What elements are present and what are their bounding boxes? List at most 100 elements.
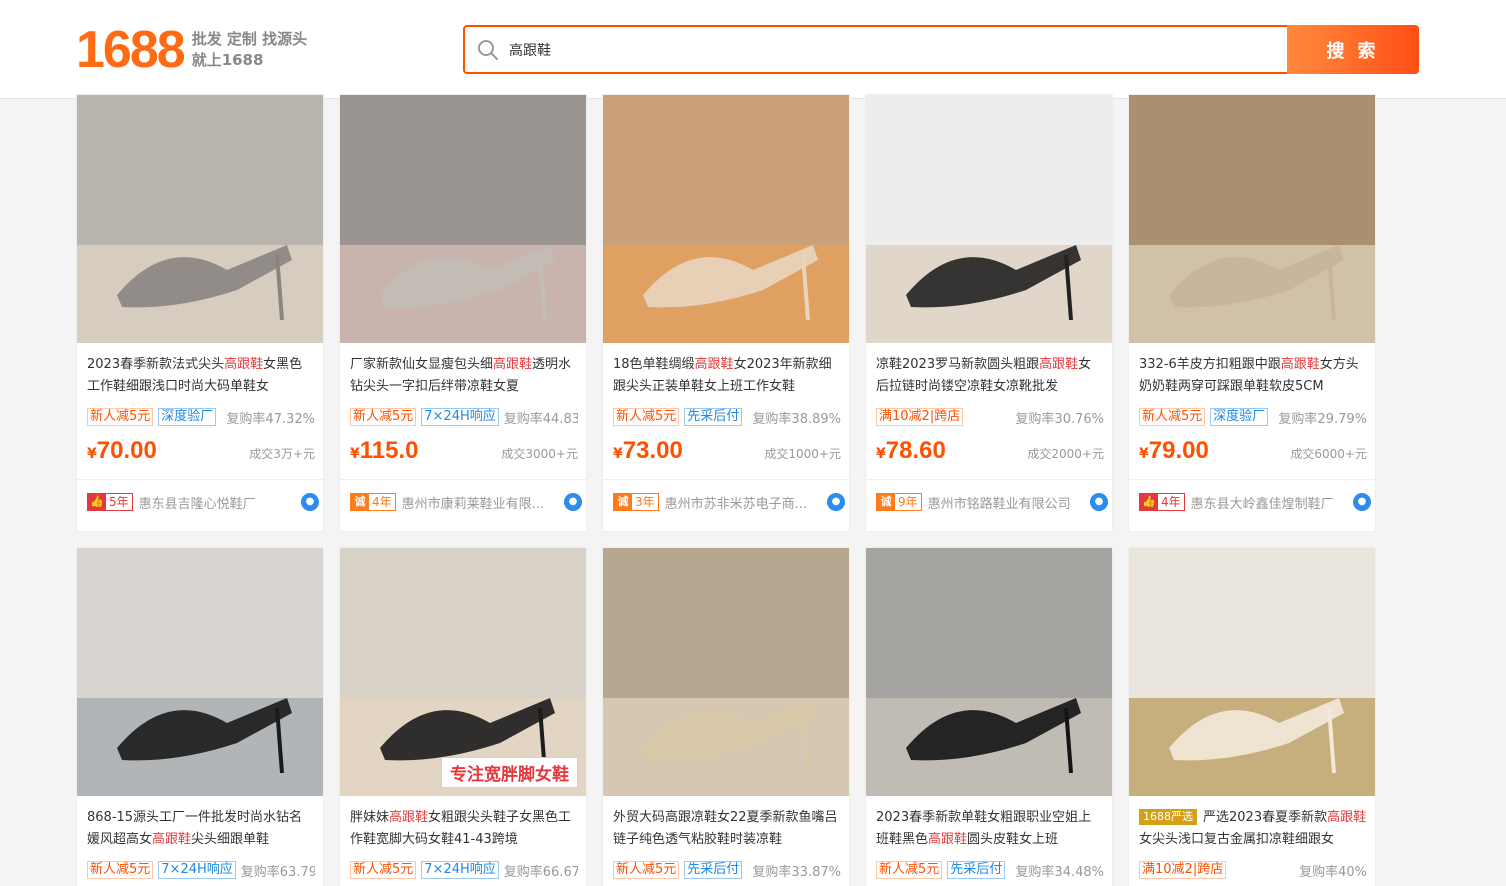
promo-tag: 新人减5元 xyxy=(87,408,154,426)
product-card[interactable]: 1688严选 严选2023春夏季新款高跟鞋女尖头浅口复古金属扣凉鞋细跟女 满10减2… xyxy=(1128,547,1376,886)
product-tags: 新人减5元 先采后付 复购率34.48% xyxy=(876,860,1104,880)
search-bar: 搜 索 xyxy=(463,25,1419,74)
product-title[interactable]: 18色单鞋绸缎高跟鞋女2023年新款细跟尖头正装单鞋女上班工作女鞋 xyxy=(613,354,841,398)
price-row: ¥79.00 成交6000+元 xyxy=(1139,437,1367,467)
supplier-badge: 👍 4年 xyxy=(1139,493,1185,511)
product-image-illustration xyxy=(866,95,1112,343)
product-card[interactable]: 2023春季新款单鞋女粗跟职业空姐上班鞋黑色高跟鞋圆头皮鞋女上班新人减5元 先采后… xyxy=(865,547,1113,886)
rebuy-rate: 复购率40% xyxy=(1299,864,1367,880)
product-card[interactable]: 凉鞋2023罗马新款圆头粗跟高跟鞋女后拉链时尚镂空凉鞋女凉靴批发满10减2|跨店… xyxy=(865,94,1113,532)
supplier-row[interactable]: 👍 5年 惠东县吉隆心悦鞋厂 ● xyxy=(87,491,319,513)
wangwang-chat-icon[interactable]: ● xyxy=(564,493,582,511)
product-image-illustration xyxy=(866,548,1112,796)
product-price: 79.00 xyxy=(1148,437,1209,464)
title-text: 厂家新款仙女显瘦包头细 xyxy=(350,357,494,372)
product-card[interactable]: 专注宽胖脚女鞋胖妹妹高跟鞋女粗跟尖头鞋子女黑色工作鞋宽脚大码女鞋41-43跨境新… xyxy=(339,547,587,886)
product-title[interactable]: 胖妹妹高跟鞋女粗跟尖头鞋子女黑色工作鞋宽脚大码女鞋41-43跨境 xyxy=(350,807,578,851)
title-keyword: 高跟鞋 xyxy=(389,810,429,825)
wangwang-chat-icon[interactable]: ● xyxy=(1353,493,1371,511)
wangwang-chat-icon[interactable]: ● xyxy=(1090,493,1108,511)
title-text: 尖头细跟单鞋 xyxy=(191,832,270,847)
currency-symbol: ¥ xyxy=(87,446,97,462)
promo-tag: 新人减5元 xyxy=(350,408,417,426)
rebuy-rate: 复购率30.76% xyxy=(1015,411,1104,427)
rebuy-rate: 复购率33.87% xyxy=(752,864,841,880)
rebuy-rate: 复购率66.67% xyxy=(503,864,578,880)
product-image[interactable] xyxy=(340,95,586,343)
supplier-name[interactable]: 惠东县吉隆心悦鞋厂 xyxy=(139,493,256,512)
card-divider xyxy=(1129,479,1375,480)
promo-tag: 新人减5元 xyxy=(87,861,154,879)
product-title[interactable]: 凉鞋2023罗马新款圆头粗跟高跟鞋女后拉链时尚镂空凉鞋女凉靴批发 xyxy=(876,354,1104,398)
title-text: 女尖头浅口复古金属扣凉鞋细跟女 xyxy=(1139,832,1335,847)
supplier-years: 4年 xyxy=(372,495,392,509)
product-image[interactable] xyxy=(866,548,1112,796)
product-title[interactable]: 2023春季新款法式尖头高跟鞋女黑色工作鞋细跟浅口时尚大码单鞋女 xyxy=(87,354,315,398)
promo-tag: 新人减5元 xyxy=(350,861,417,879)
product-image[interactable] xyxy=(603,95,849,343)
price-row: ¥78.60 成交2000+元 xyxy=(876,437,1104,467)
product-tags: 新人减5元 深度验厂 复购率29.79% xyxy=(1139,407,1367,427)
supplier-row[interactable]: 👍 4年 惠东县大岭鑫佳煌制鞋厂 ● xyxy=(1139,491,1371,513)
top-header: 1688 批发 定制 找源头 就上1688 搜 索 xyxy=(0,0,1506,99)
product-title[interactable]: 1688严选 严选2023春夏季新款高跟鞋女尖头浅口复古金属扣凉鞋细跟女 xyxy=(1139,807,1367,851)
product-image[interactable] xyxy=(1129,548,1375,796)
wangwang-chat-icon[interactable]: ● xyxy=(301,493,319,511)
product-card[interactable]: 厂家新款仙女显瘦包头细高跟鞋透明水钻尖头一字扣后绊带凉鞋女夏 新人减5元 7×24H… xyxy=(339,94,587,532)
card-divider xyxy=(866,479,1112,480)
supplier-row[interactable]: 诚 3年 惠州市苏非米苏电子商... ● xyxy=(613,491,845,513)
promo-tag: 新人减5元 xyxy=(613,861,680,879)
product-image-illustration xyxy=(340,95,586,343)
product-image[interactable]: 专注宽胖脚女鞋 xyxy=(340,548,586,796)
promo-tag: 先采后付 xyxy=(684,408,743,426)
supplier-years: 3年 xyxy=(635,495,655,509)
supplier-name[interactable]: 惠东县大岭鑫佳煌制鞋厂 xyxy=(1191,493,1334,512)
thumbs-up-icon: 👍 xyxy=(88,494,106,510)
product-card[interactable]: 外贸大码高跟凉鞋女22夏季新款鱼嘴吕链子纯色透气粘胶鞋时装凉鞋 新人减5元 先采后付… xyxy=(602,547,850,886)
rebuy-rate: 复购率34.48% xyxy=(1015,864,1104,880)
product-tags: 新人减5元7×24H响应复购率66.67% xyxy=(350,860,578,880)
cheng-icon: 诚 xyxy=(877,494,895,510)
supplier-name[interactable]: 惠州市苏非米苏电子商... xyxy=(665,493,807,512)
title-keyword: 高跟鞋 xyxy=(694,357,734,372)
product-card[interactable]: 868-15源头工厂一件批发时尚水钻名媛风超高女高跟鞋尖头细跟单鞋新人减5元 7×… xyxy=(76,547,324,886)
product-title[interactable]: 外贸大码高跟凉鞋女22夏季新款鱼嘴吕链子纯色透气粘胶鞋时装凉鞋 xyxy=(613,807,841,851)
supplier-row[interactable]: 诚 9年 惠州市铭路鞋业有限公司 ● xyxy=(876,491,1108,513)
supplier-years: 4年 xyxy=(1161,495,1181,509)
product-title[interactable]: 332-6羊皮方扣粗跟中跟高跟鞋女方头奶奶鞋两穿可踩跟单鞋软皮5CM xyxy=(1139,354,1367,398)
cheng-icon: 诚 xyxy=(614,494,632,510)
product-title[interactable]: 厂家新款仙女显瘦包头细高跟鞋透明水钻尖头一字扣后绊带凉鞋女夏 xyxy=(350,354,578,398)
rebuy-rate: 复购率47.32% xyxy=(226,411,315,427)
slogan-line-2: 就上1688 xyxy=(191,51,264,69)
supplier-name[interactable]: 惠州市康莉莱鞋业有限... xyxy=(402,493,544,512)
supplier-name[interactable]: 惠州市铭路鞋业有限公司 xyxy=(928,493,1071,512)
logo-slogan: 批发 定制 找源头 就上1688 xyxy=(192,29,307,71)
promo-tag: 7×24H响应 xyxy=(158,861,236,879)
product-title[interactable]: 2023春季新款单鞋女粗跟职业空姐上班鞋黑色高跟鞋圆头皮鞋女上班 xyxy=(876,807,1104,851)
product-image[interactable] xyxy=(603,548,849,796)
product-card[interactable]: 332-6羊皮方扣粗跟中跟高跟鞋女方头奶奶鞋两穿可踩跟单鞋软皮5CM 新人减5元深… xyxy=(1128,94,1376,532)
title-keyword: 高跟鞋 xyxy=(493,357,533,372)
supplier-row[interactable]: 诚 4年 惠州市康莉莱鞋业有限... ● xyxy=(350,491,582,513)
wangwang-chat-icon[interactable]: ● xyxy=(827,493,845,511)
currency-symbol: ¥ xyxy=(1139,446,1149,462)
currency-symbol: ¥ xyxy=(876,446,886,462)
rebuy-rate: 复购率63.79% xyxy=(240,864,315,880)
title-text: 圆头皮鞋女上班 xyxy=(967,832,1059,847)
product-card[interactable]: 2023春季新款法式尖头高跟鞋女黑色工作鞋细跟浅口时尚大码单鞋女 新人减5元 深度验… xyxy=(76,94,324,532)
product-card[interactable]: 18色单鞋绸缎高跟鞋女2023年新款细跟尖头正装单鞋女上班工作女鞋新人减5元 先采… xyxy=(602,94,850,532)
product-image[interactable] xyxy=(77,548,323,796)
product-tags: 新人减5元 先采后付 复购率38.89% xyxy=(613,407,841,427)
product-image[interactable] xyxy=(77,95,323,343)
product-title[interactable]: 868-15源头工厂一件批发时尚水钻名媛风超高女高跟鞋尖头细跟单鞋 xyxy=(87,807,315,851)
search-input[interactable] xyxy=(509,35,1269,65)
search-button[interactable]: 搜 索 xyxy=(1287,25,1419,74)
product-image[interactable] xyxy=(866,95,1112,343)
title-keyword: 高跟鞋 xyxy=(224,357,264,372)
currency-symbol: ¥ xyxy=(350,446,360,462)
card-divider xyxy=(340,479,586,480)
yanxuan-badge: 1688严选 xyxy=(1139,809,1197,825)
site-logo[interactable]: 1688 批发 定制 找源头 就上1688 xyxy=(76,22,307,78)
product-image[interactable] xyxy=(1129,95,1375,343)
promo-tag: 满10减2|跨店 xyxy=(876,408,964,426)
